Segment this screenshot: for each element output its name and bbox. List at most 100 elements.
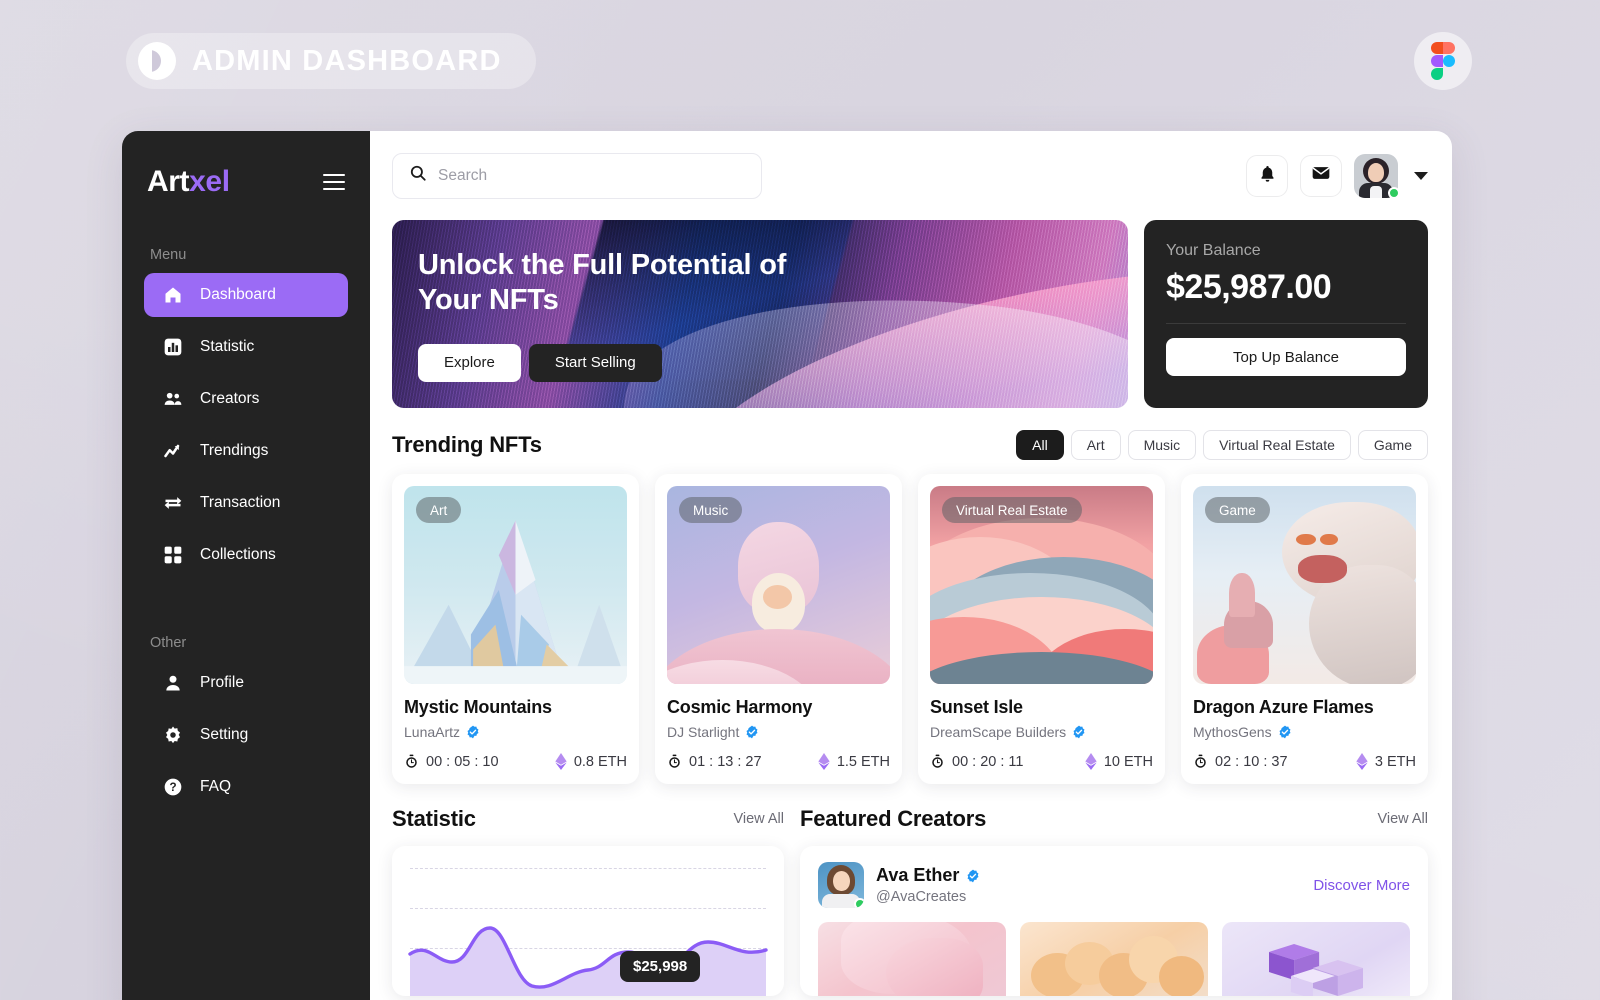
creator-name-row: Ava Ether	[876, 865, 980, 886]
verified-badge-icon	[467, 725, 479, 739]
creator-name: Ava Ether	[876, 865, 960, 885]
trending-up-icon	[162, 440, 184, 462]
verified-badge-icon	[746, 725, 758, 739]
nft-title: Dragon Azure Flames	[1193, 697, 1374, 717]
chevron-down-icon[interactable]	[1414, 171, 1428, 180]
nft-card[interactable]: Virtual Real Estate Sunset Isle DreamSca…	[918, 474, 1165, 784]
nft-author: LunaArtz	[404, 724, 627, 740]
creator-artwork-list	[818, 922, 1410, 996]
area-chart	[408, 926, 768, 996]
nft-card[interactable]: Game Dragon Azure Flames MythosGens 02:…	[1181, 474, 1428, 784]
filter-chip-music[interactable]: Music	[1127, 430, 1197, 460]
nft-card[interactable]: Music Cosmic Harmony DJ Starlight 01: 1…	[655, 474, 902, 784]
nft-time: 01 : 13 : 27	[689, 753, 762, 770]
statistic-view-all-link[interactable]: View All	[733, 811, 784, 827]
ethereum-icon	[555, 753, 567, 770]
stopwatch-icon	[1195, 754, 1206, 768]
search-box[interactable]	[392, 152, 762, 199]
nft-countdown: 02 : 10 : 37	[1193, 754, 1288, 770]
svg-text:?: ?	[169, 781, 176, 794]
balance-label: Your Balance	[1166, 242, 1261, 259]
sidebar-item-profile[interactable]: Profile	[144, 661, 348, 705]
ethereum-icon	[1356, 753, 1368, 770]
filter-chip-virtual-real-estate[interactable]: Virtual Real Estate	[1203, 430, 1351, 460]
creator-card[interactable]: Ava Ether @AvaCreates Discover More	[800, 846, 1428, 996]
sidebar-item-label: Profile	[200, 674, 244, 691]
brand-logo[interactable]: Artxel	[147, 165, 230, 199]
main-content: Unlock the Full Potential of Your NFTs E…	[370, 220, 1452, 1000]
envelope-icon	[1311, 163, 1331, 188]
hero-title: Unlock the Full Potential of Your NFTs	[418, 249, 787, 316]
online-status-dot	[854, 898, 864, 908]
creator-artwork-thumb[interactable]	[818, 922, 1006, 996]
sidebar-item-trendings[interactable]: Trendings	[144, 429, 348, 473]
home-icon	[162, 284, 184, 306]
nft-card[interactable]: Art Mystic Mountains LunaArtz 00: 05: …	[392, 474, 639, 784]
hero-buttons: Explore Start Selling	[418, 343, 1128, 382]
nft-footer: 01 : 13 : 27 1.5 ETH	[667, 753, 890, 770]
sidebar-item-label: Creators	[200, 390, 260, 407]
nft-price: 1.5 ETH	[836, 753, 890, 770]
filter-chip-all[interactable]: All	[1016, 430, 1064, 460]
balance-value: $25,987.00	[1166, 268, 1332, 306]
sidebar-item-faq[interactable]: ? FAQ	[144, 765, 348, 809]
brand-second: xel	[189, 165, 230, 198]
creator-artwork-thumb[interactable]	[1020, 922, 1208, 996]
nft-thumbnail: Game	[1193, 486, 1416, 684]
stopwatch-icon	[669, 754, 680, 768]
verified-badge-icon	[1073, 725, 1085, 739]
divider	[1166, 323, 1406, 324]
category-filters: All Art Music Virtual Real Estate Game	[1016, 430, 1428, 460]
creators-view-all-link[interactable]: View All	[1377, 811, 1428, 827]
hero-content: Unlock the Full Potential of Your NFTs E…	[392, 220, 1128, 382]
creator-header-row: Ava Ether @AvaCreates Discover More	[818, 862, 1410, 908]
nft-card-grid: Art Mystic Mountains LunaArtz 00: 05: …	[392, 474, 1428, 784]
hamburger-menu-icon[interactable]	[323, 174, 345, 190]
figma-logo-icon[interactable]	[1414, 32, 1472, 90]
nft-footer: 00 : 20 : 11 10 ETH	[930, 753, 1153, 770]
page-title: Trending NFTs	[392, 432, 542, 457]
messages-button[interactable]	[1300, 154, 1342, 197]
nft-author-name: DreamScape Builders	[930, 724, 1067, 740]
nft-footer: 00 : 05 : 10 0.8 ETH	[404, 753, 627, 770]
other-section-label: Other	[150, 635, 187, 651]
sidebar-item-label: Dashboard	[200, 286, 276, 303]
search-input[interactable]	[438, 166, 745, 185]
nft-thumbnail: Virtual Real Estate	[930, 486, 1153, 684]
nft-author-name: MythosGens	[1193, 724, 1272, 740]
sidebar-item-label: Trendings	[200, 442, 269, 459]
nft-thumbnail: Art	[404, 486, 627, 684]
nft-title: Mystic Mountains	[404, 697, 552, 717]
filter-chip-art[interactable]: Art	[1070, 430, 1121, 460]
sidebar-item-transaction[interactable]: Transaction	[144, 481, 348, 525]
category-badge: Virtual Real Estate	[942, 497, 1082, 523]
explore-button[interactable]: Explore	[418, 343, 521, 382]
category-badge: Game	[1205, 497, 1270, 523]
notifications-button[interactable]	[1246, 154, 1288, 197]
creators-title: Featured Creators	[800, 806, 987, 831]
bar-chart-icon	[162, 336, 184, 358]
start-selling-button[interactable]: Start Selling	[528, 343, 662, 382]
nft-time: 00 : 20 : 11	[952, 753, 1024, 770]
hero-banner[interactable]: Unlock the Full Potential of Your NFTs E…	[392, 220, 1128, 408]
sidebar-item-collections[interactable]: Collections	[144, 533, 348, 577]
top-up-balance-button[interactable]: Top Up Balance	[1166, 338, 1406, 376]
online-status-dot	[1388, 186, 1400, 199]
avatar[interactable]	[1354, 153, 1400, 199]
creator-handle: @AvaCreates	[876, 889, 967, 905]
bell-icon	[1258, 164, 1277, 188]
gear-icon	[162, 724, 184, 746]
nft-countdown: 01 : 13 : 27	[667, 754, 762, 770]
sidebar-item-setting[interactable]: Setting	[144, 713, 348, 757]
discover-more-link[interactable]: Discover More	[1313, 877, 1410, 894]
creator-avatar	[818, 862, 864, 908]
statistic-chart-card[interactable]: $25,998	[392, 846, 784, 996]
statistic-section: Statistic View All $25,998	[392, 806, 784, 996]
sidebar-item-statistic[interactable]: Statistic	[144, 325, 348, 369]
filter-chip-game[interactable]: Game	[1357, 430, 1428, 460]
sidebar-item-creators[interactable]: Creators	[144, 377, 348, 421]
sidebar-item-label: Setting	[200, 726, 249, 743]
creator-artwork-thumb[interactable]	[1222, 922, 1410, 996]
sidebar-item-dashboard[interactable]: Dashboard	[144, 273, 348, 317]
hero-row: Unlock the Full Potential of Your NFTs E…	[392, 220, 1428, 408]
